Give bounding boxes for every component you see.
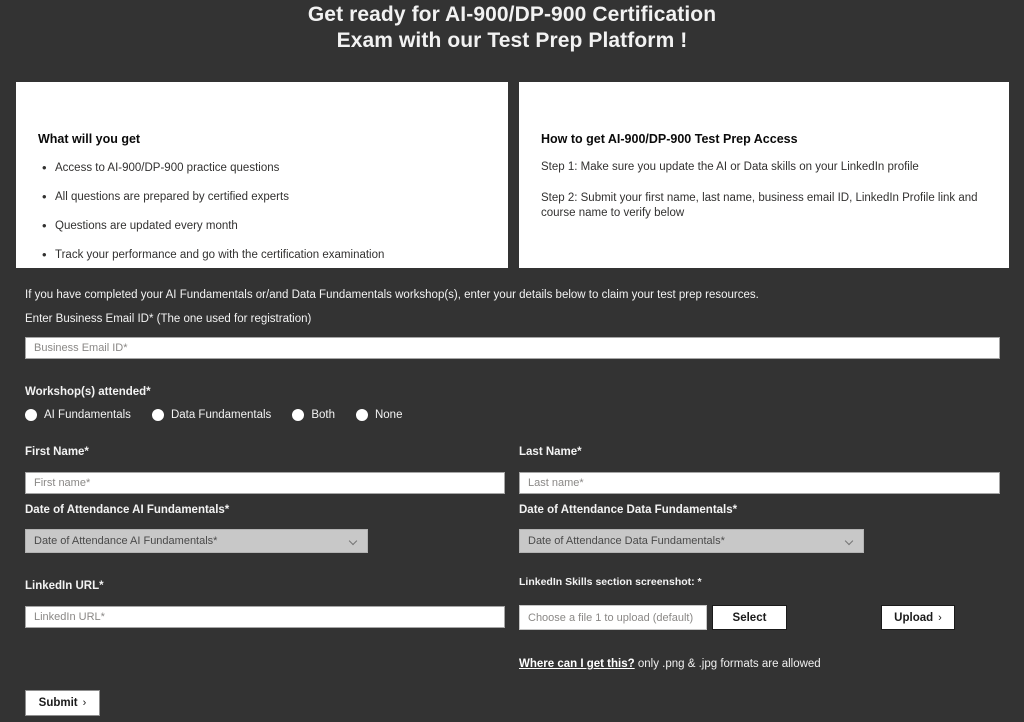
chevron-right-icon: ›	[938, 611, 942, 624]
upload-label: Upload	[894, 611, 934, 624]
file-name-placeholder: Choose a file 1 to upload (default)	[528, 611, 694, 624]
radio-option-data-fundamentals[interactable]: Data Fundamentals	[151, 409, 272, 421]
select-file-label: Select	[732, 611, 767, 624]
last-name-label: Last Name*	[519, 446, 582, 458]
page-root: Get ready for AI-900/DP-900 Certificatio…	[0, 0, 1024, 722]
info-card-howto: How to get AI-900/DP-900 Test Prep Acces…	[519, 82, 1009, 268]
howto-step-2: Step 2: Submit your first name, last nam…	[541, 192, 978, 219]
page-header: Get ready for AI-900/DP-900 Certificatio…	[0, 0, 1024, 54]
info-card-howto-body: How to get AI-900/DP-900 Test Prep Acces…	[519, 82, 1009, 221]
submit-label: Submit	[38, 697, 78, 709]
linkedin-url-field[interactable]: LinkedIn URL*	[25, 606, 505, 628]
last-name-field[interactable]: Last name*	[519, 472, 1000, 494]
last-name-placeholder: Last name*	[528, 477, 584, 489]
linkedin-url-label: LinkedIn URL*	[25, 580, 104, 592]
date-ai-label: Date of Attendance AI Fundamentals*	[25, 504, 230, 516]
radio-icon[interactable]	[292, 409, 305, 421]
radio-option-none[interactable]: None	[355, 409, 403, 421]
page-title: Get ready for AI-900/DP-900 Certificatio…	[0, 2, 1024, 54]
upload-button[interactable]: Upload ›	[881, 605, 955, 630]
first-name-label: First Name*	[25, 446, 89, 458]
date-data-value: Date of Attendance Data Fundamentals*	[528, 535, 725, 547]
date-ai-value: Date of Attendance AI Fundamentals*	[34, 535, 218, 547]
workshops-radio-group: AI Fundamentals Data Fundamentals Both N…	[25, 409, 423, 421]
radio-label: Data Fundamentals	[170, 409, 272, 421]
file-format-hint-text: only .png & .jpg formats are allowed	[634, 658, 821, 670]
where-can-i-get-this-link[interactable]: Where can I get this?	[519, 658, 635, 670]
page-title-line-2: Exam with our Test Prep Platform !	[336, 29, 688, 52]
email-label: Enter Business Email ID* (The one used f…	[25, 313, 312, 325]
submit-button[interactable]: Submit ›	[25, 690, 100, 716]
benefits-list: Access to AI-900/DP-900 practice questio…	[38, 160, 486, 263]
radio-label: None	[374, 409, 403, 421]
info-card-benefits-title: What will you get	[38, 132, 141, 146]
email-field[interactable]: Business Email ID*	[25, 337, 1000, 359]
form-intro-text: If you have completed your AI Fundamenta…	[25, 289, 759, 301]
radio-option-both[interactable]: Both	[292, 409, 335, 421]
date-data-label: Date of Attendance Data Fundamentals*	[519, 504, 738, 516]
date-ai-dropdown[interactable]: Date of Attendance AI Fundamentals*	[25, 529, 368, 553]
radio-icon[interactable]	[25, 409, 37, 421]
page-title-line-1: Get ready for AI-900/DP-900 Certificatio…	[307, 3, 717, 26]
linkedin-url-placeholder: LinkedIn URL*	[34, 611, 105, 623]
info-card-benefits-body: What will you get Access to AI-900/DP-90…	[16, 82, 508, 263]
radio-label: Both	[311, 409, 335, 421]
radio-icon[interactable]	[355, 409, 368, 421]
list-item: Track your performance and go with the c…	[42, 247, 486, 263]
chevron-down-icon	[350, 537, 359, 546]
info-card-benefits: What will you get Access to AI-900/DP-90…	[16, 82, 508, 268]
file-format-hint: Where can I get this? only .png & .jpg f…	[519, 658, 821, 670]
list-item: Access to AI-900/DP-900 practice questio…	[42, 160, 486, 176]
chevron-down-icon	[846, 537, 855, 546]
file-name-field[interactable]: Choose a file 1 to upload (default)	[519, 605, 707, 630]
radio-label: AI Fundamentals	[44, 409, 131, 421]
date-data-dropdown[interactable]: Date of Attendance Data Fundamentals*	[519, 529, 864, 553]
first-name-field[interactable]: First name*	[25, 472, 505, 494]
workshops-label: Workshop(s) attended*	[25, 386, 151, 398]
email-placeholder: Business Email ID*	[34, 342, 128, 354]
radio-option-ai-fundamentals[interactable]: AI Fundamentals	[25, 409, 131, 421]
chevron-right-icon: ›	[82, 697, 87, 709]
info-card-howto-title: How to get AI-900/DP-900 Test Prep Acces…	[541, 132, 798, 146]
first-name-placeholder: First name*	[34, 477, 91, 489]
list-item: Questions are updated every month	[42, 218, 486, 234]
screenshot-label: LinkedIn Skills section screenshot: *	[519, 576, 702, 588]
radio-icon[interactable]	[151, 409, 164, 421]
howto-step-1: Step 1: Make sure you update the AI or D…	[541, 161, 919, 173]
select-file-button[interactable]: Select	[712, 605, 787, 630]
list-item: All questions are prepared by certified …	[42, 189, 486, 205]
